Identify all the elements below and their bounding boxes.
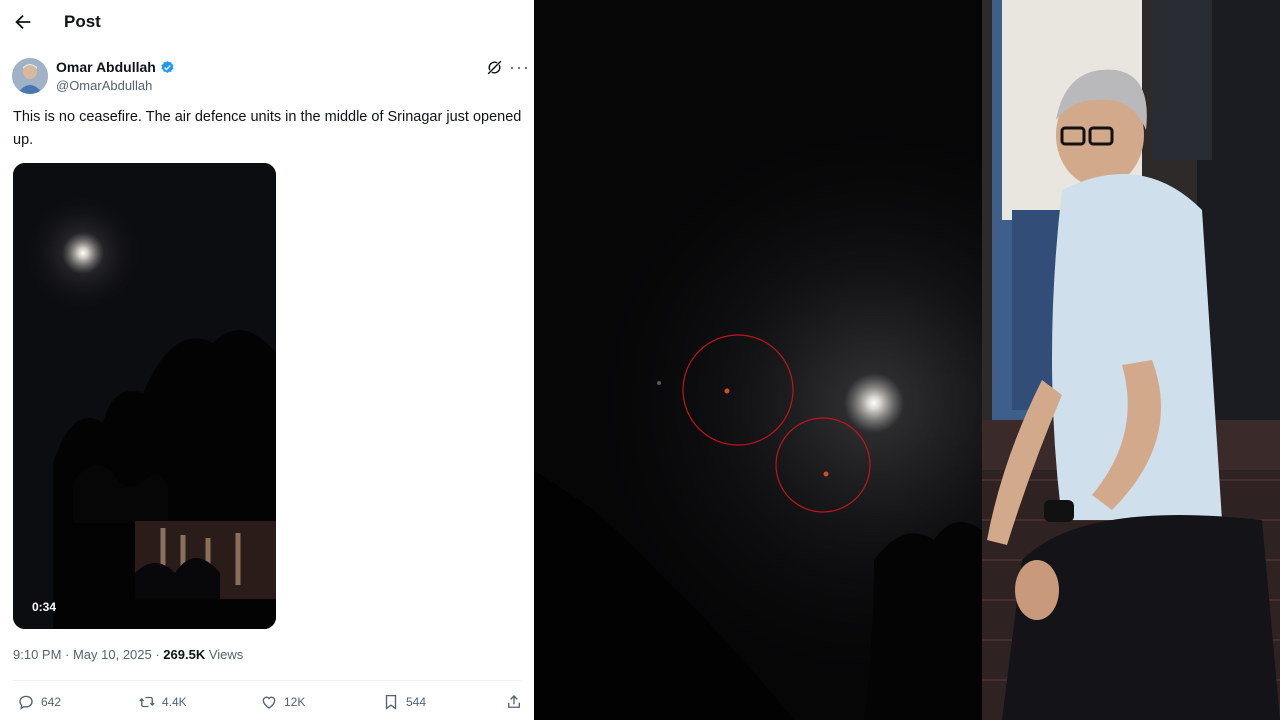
video-player[interactable]	[13, 163, 276, 629]
post-time[interactable]: 9:10 PM · May 10, 2025 ·	[13, 647, 163, 662]
grok-icon[interactable]	[486, 59, 503, 76]
page-title: Post	[64, 12, 101, 31]
reply-button[interactable]: 642	[17, 692, 61, 712]
night-sky-image	[534, 0, 982, 720]
share-button[interactable]	[505, 692, 523, 712]
object-dot-2	[823, 471, 829, 477]
more-options-icon[interactable]: ···	[509, 57, 530, 78]
divider	[13, 680, 521, 681]
reply-icon	[19, 695, 33, 710]
bookmark-count: 544	[406, 695, 427, 709]
reply-count: 642	[41, 695, 62, 709]
object-dot-1	[724, 388, 730, 394]
verified-badge-icon	[161, 60, 174, 73]
post-panel: Post Omar Abdullah @OmarAbdullah ··· Thi…	[0, 0, 534, 720]
person-photo	[982, 0, 1280, 720]
like-button[interactable]: 12K	[260, 692, 305, 712]
post-timestamp: 9:10 PM · May 10, 2025 · 269.5K Views	[13, 647, 243, 662]
share-icon	[508, 695, 520, 708]
bookmark-button[interactable]: 544	[382, 692, 426, 712]
repost-icon	[139, 696, 155, 708]
views-label: Views	[205, 647, 244, 662]
author-name[interactable]: Omar Abdullah	[56, 59, 156, 75]
author-handle[interactable]: @OmarAbdullah	[56, 78, 152, 93]
back-arrow-icon[interactable]	[12, 11, 34, 33]
repost-count: 4.4K	[162, 695, 187, 709]
avatar[interactable]	[12, 58, 48, 94]
heart-icon	[262, 696, 276, 709]
like-count: 12K	[284, 695, 306, 709]
bookmark-icon	[385, 694, 397, 710]
post-text: This is no ceasefire. The air defence un…	[13, 109, 522, 148]
repost-button[interactable]: 4.4K	[138, 692, 187, 712]
video-duration: 0:34	[32, 600, 57, 614]
views-count: 269.5K	[163, 647, 206, 662]
post-header: Post	[0, 0, 534, 44]
